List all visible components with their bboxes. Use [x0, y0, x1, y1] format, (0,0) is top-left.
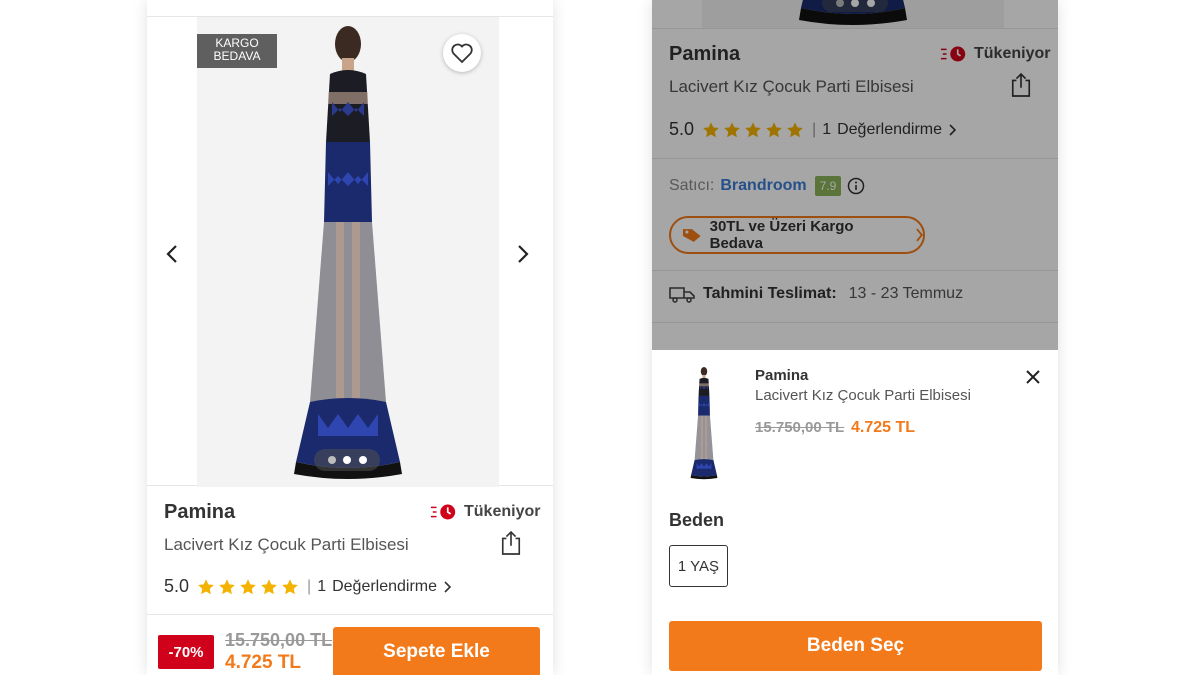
star-icon — [281, 578, 299, 596]
stock-warning: Tükeniyor — [430, 503, 540, 521]
clock-icon — [430, 503, 458, 521]
stock-label: Tükeniyor — [464, 503, 541, 520]
close-button[interactable] — [1023, 367, 1043, 387]
size-option[interactable]: 1 YAŞ — [669, 545, 728, 587]
favorite-button[interactable] — [443, 34, 481, 72]
chevron-right-icon — [444, 580, 452, 593]
sheet-title: Lacivert Kız Çocuk Parti Elbisesi — [755, 387, 971, 404]
separator: | — [307, 577, 312, 595]
carousel-prev-button[interactable] — [162, 239, 182, 269]
star-icon — [197, 578, 215, 596]
review-count: 1 — [317, 577, 327, 595]
rating-stars — [197, 578, 299, 596]
product-image-carousel[interactable]: KARGO BEDAVA — [147, 16, 553, 487]
discount-badge: -70% — [158, 635, 214, 669]
sheet-new-price: 4.725 TL — [851, 419, 916, 436]
left-product-screen: KARGO BEDAVA Pamina Tükeniyor Lacivert K… — [147, 0, 553, 675]
size-select-sheet: Pamina Lacivert Kız Çocuk Parti Elbisesi… — [652, 350, 1058, 675]
add-to-cart-button[interactable]: Sepete Ekle — [333, 627, 540, 675]
rating-value: 5.0 — [164, 576, 190, 596]
size-label: Beden — [669, 510, 725, 530]
dress-illustration — [690, 366, 718, 480]
reviews-link[interactable]: 1 Değerlendirme — [317, 577, 452, 596]
select-size-button[interactable]: Beden Seç — [669, 621, 1042, 671]
old-price: 15.750,00 TL — [225, 630, 333, 650]
free-shipping-badge: KARGO BEDAVA — [197, 34, 277, 68]
share-icon[interactable] — [500, 530, 522, 556]
chevron-right-icon — [518, 245, 529, 263]
brand-name[interactable]: Pamina — [164, 501, 235, 524]
carousel-dot[interactable] — [343, 456, 351, 464]
badge-line2: BEDAVA — [213, 49, 261, 63]
right-product-screen: Pamina Tükeniyor Lacivert Kız Çocuk Part… — [652, 0, 1058, 675]
sheet-brand: Pamina — [755, 367, 809, 384]
new-price: 4.725 TL — [225, 652, 302, 673]
heart-icon — [451, 43, 473, 63]
carousel-dots[interactable] — [314, 449, 380, 471]
sheet-product-thumbnail — [666, 364, 742, 482]
sheet-old-price: 15.750,00 TL — [755, 419, 845, 436]
close-icon — [1026, 370, 1040, 384]
chevron-left-icon — [166, 245, 177, 263]
carousel-next-button[interactable] — [513, 239, 533, 269]
carousel-dot[interactable] — [327, 456, 336, 464]
divider — [147, 614, 553, 615]
product-title: Lacivert Kız Çocuk Parti Elbisesi — [164, 535, 409, 554]
dress-illustration — [294, 26, 402, 479]
product-image — [197, 17, 499, 487]
rating-row: 5.0 | 1 Değerlendirme — [164, 576, 452, 597]
carousel-dot[interactable] — [358, 456, 367, 464]
star-icon — [260, 578, 278, 596]
top-header-strip — [147, 0, 553, 16]
dim-overlay[interactable] — [652, 0, 1058, 350]
review-label: Değerlendirme — [332, 577, 438, 595]
star-icon — [218, 578, 236, 596]
star-icon — [239, 578, 257, 596]
